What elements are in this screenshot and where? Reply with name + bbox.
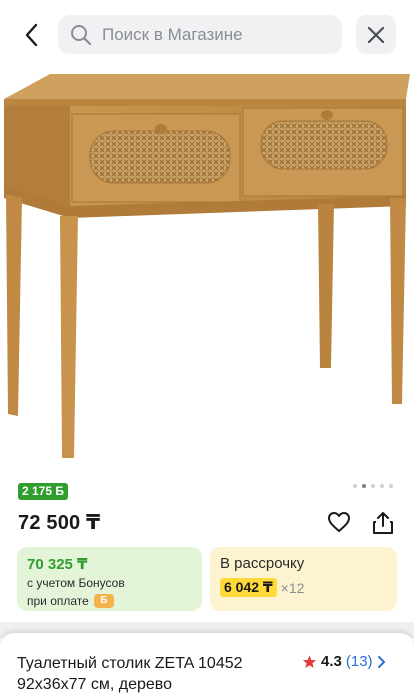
bonus-coin-icon: Б — [93, 594, 114, 608]
installment-multiplier: ×12 — [280, 579, 305, 596]
chevron-left-icon — [25, 23, 38, 47]
installment-card[interactable]: В рассрочку 6 042 ₸ ×12 — [210, 547, 397, 611]
gallery-dots — [353, 484, 393, 488]
product-image[interactable] — [0, 66, 414, 470]
star-icon — [302, 655, 317, 668]
bonus-price-card[interactable]: 70 325 ₸ с учетом Бонусов при оплате Б — [17, 547, 202, 611]
back-button[interactable] — [14, 18, 48, 52]
reviews-count-link[interactable]: (13) — [346, 653, 373, 670]
heart-icon — [328, 512, 350, 532]
bonus-note-line2: при оплате — [27, 594, 89, 608]
bonus-points-badge: 2 175 Б — [18, 483, 68, 500]
gallery-dot[interactable] — [389, 484, 393, 488]
search-placeholder: Поиск в Магазине — [102, 24, 243, 44]
chevron-right-icon — [377, 655, 385, 668]
bonus-note-line1: с учетом Бонусов — [27, 576, 125, 590]
rating-score: 4.3 — [321, 653, 342, 670]
product-info-sheet[interactable]: Туалетный столик ZETA 10452 92x36x77 см,… — [0, 633, 414, 699]
top-bar: Поиск в Магазине — [0, 0, 414, 70]
gallery-dot[interactable] — [353, 484, 357, 488]
installment-monthly-amount: 6 042 ₸ — [220, 578, 277, 597]
gallery-dot-active[interactable] — [362, 484, 366, 488]
product-rating[interactable]: 4.3 (13) — [302, 653, 386, 670]
product-title: Туалетный столик ZETA 10452 92x36x77 см,… — [17, 655, 243, 693]
gallery-dot[interactable] — [380, 484, 384, 488]
search-input[interactable]: Поиск в Магазине — [58, 15, 342, 54]
installment-title: В рассрочку — [220, 555, 305, 572]
product-price: 72 500 ₸ — [18, 512, 101, 534]
gallery-dot[interactable] — [371, 484, 375, 488]
bonus-price-amount: 70 325 ₸ — [27, 556, 88, 573]
share-button[interactable] — [368, 508, 398, 538]
close-icon — [367, 26, 385, 43]
share-icon — [373, 512, 393, 534]
search-icon — [71, 24, 92, 45]
close-button[interactable] — [356, 15, 396, 54]
favorite-button[interactable] — [324, 508, 354, 536]
